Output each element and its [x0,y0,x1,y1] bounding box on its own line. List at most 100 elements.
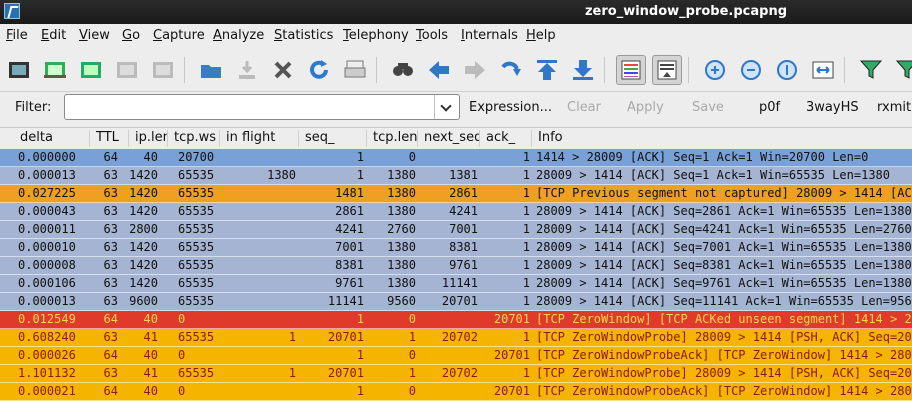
autoscroll-button[interactable] [652,55,682,85]
chevron-down-icon[interactable] [434,95,459,119]
go-first-button[interactable] [532,55,562,85]
go-forward-button[interactable] [460,55,490,85]
packet-row[interactable]: 0.000026 64 40 0 1 0 20701 [TCP ZeroWindowProbe… [0,347,912,365]
3wayhs-filter-button[interactable]: 3wayHS [806,100,859,115]
menu-statistics[interactable]: Statistics [274,28,333,43]
packet-cell-next: 11141 [441,276,478,290]
zoom-out-button[interactable] [736,55,766,85]
colorize-button[interactable] [616,55,646,85]
go-last-button[interactable] [568,55,598,85]
zoom-in-button[interactable] [700,55,730,85]
menu-internals[interactable]: Internals [461,28,518,43]
go-back-button[interactable] [424,55,454,85]
packet-cell-len: 0 [408,150,416,164]
packet-cell-info: 28009 > 1414 [ACK] Seq=7001 Ack=1 Win=65… [536,240,912,254]
menu-mnemonic: C [153,28,163,43]
start-capture-button[interactable] [76,55,106,85]
find-packet-button[interactable] [388,55,418,85]
packet-row[interactable]: 0.000013 63 1420 65535 1380 1 1380 1381 1 28009 >… [0,167,912,185]
open-file-icon [201,65,221,78]
menu-view[interactable]: View [79,28,110,43]
packet-cell-info: 28009 > 1414 [ACK] Seq=4241 Ack=1 Win=65… [536,222,912,236]
print-button[interactable] [340,55,370,85]
column-header-in-flight[interactable]: in flight [220,130,299,147]
packet-row[interactable]: 0.027225 63 1420 65535 1481 1380 2861 1 [TCP Pre… [0,185,912,203]
packet-cell-iplen: 40 [143,312,158,326]
stop-capture-button[interactable] [112,55,142,85]
save-file-button[interactable] [232,55,262,85]
packet-row[interactable]: 0.000011 63 2800 65535 4241 2760 7001 1 28009 > … [0,221,912,239]
column-header-delta[interactable]: delta [14,130,90,147]
column-header-ttl[interactable]: TTL [90,130,129,147]
column-header-ip-len[interactable]: ip.len [129,130,168,147]
zoom-in-icon [705,60,725,80]
resize-columns-button[interactable] [808,55,838,85]
column-header-next-seq[interactable]: next_seq [418,130,480,147]
menu-capture[interactable]: Capture [153,28,205,43]
menu-help[interactable]: Help [526,28,556,43]
reload-button[interactable] [304,55,334,85]
packet-row[interactable]: 0.000043 63 1420 65535 2861 1380 4241 1 28009 > … [0,203,912,221]
column-header-tcp-len[interactable]: tcp.len [367,130,418,147]
packet-cell-ack: 20701 [493,312,530,326]
packet-cell-ttl: 63 [103,204,118,218]
packet-cell-iplen: 40 [143,348,158,362]
packet-cell-ws: 65535 [178,330,215,344]
column-header-tcp-ws[interactable]: tcp.ws [168,130,220,147]
main-toolbar [0,49,912,92]
menu-analyze[interactable]: Analyze [213,28,264,43]
column-header-ack[interactable]: ack_ [480,130,532,147]
rxmit-filter-button[interactable]: rxmit [877,100,911,115]
packet-cell-seq: 11141 [327,294,364,308]
save-filter-button[interactable]: Save [692,100,724,115]
packet-row[interactable]: 0.608240 63 41 65535 1 20701 1 20702 1 [TCP ZeroW… [0,329,912,347]
packet-cell-ws: 20700 [178,150,215,164]
menu-telephony[interactable]: Telephony [343,28,409,43]
packet-row[interactable]: 1.101132 63 41 65535 1 20701 1 20702 1 [TCP ZeroW… [0,365,912,383]
normal-size-button[interactable] [772,55,802,85]
packet-row[interactable]: 0.000008 63 1420 65535 8381 1380 9761 1 28009 > … [0,257,912,275]
packet-cell-len: 1380 [387,186,416,200]
go-to-packet-button[interactable] [496,55,526,85]
menu-go[interactable]: Go [122,28,140,43]
open-file-button[interactable] [196,55,226,85]
packet-cell-ttl: 64 [103,312,118,326]
packet-row[interactable]: 0.000106 63 1420 65535 9761 1380 11141 1 28009 >… [0,275,912,293]
restart-capture-button[interactable] [148,55,178,85]
column-header-info[interactable]: Info [532,130,912,147]
menu-tools[interactable]: Tools [416,28,448,43]
packet-cell-delta: 0.000026 [18,348,76,362]
packet-row[interactable]: 0.012549 64 40 0 1 0 20701 [TCP ZeroWindow] [TC… [0,311,912,329]
display-filter-combo[interactable] [64,94,460,120]
packet-cell-next: 4241 [449,204,478,218]
menu-edit[interactable]: Edit [41,28,66,43]
menu-label-rest: nternals [464,28,518,43]
clear-button[interactable]: Clear [567,100,601,115]
menu-file[interactable]: File [6,28,28,43]
packet-row[interactable]: 0.000013 63 9600 65535 11141 9560 20701 1 28009 … [0,293,912,311]
stop-capture-icon [117,62,137,78]
close-file-icon [274,61,292,79]
close-file-button[interactable] [268,55,298,85]
menu-label-rest: dit [49,28,67,43]
menu-label-rest: elp [535,28,556,43]
packet-row[interactable]: 0.000000 64 40 20700 1 0 1 1414 > 28009 [ACK] S… [0,149,912,167]
p0f-filter-button[interactable]: p0f [759,100,780,115]
capture-options-button[interactable] [40,55,70,85]
packet-row[interactable]: 0.000010 63 1420 65535 7001 1380 8381 1 28009 > … [0,239,912,257]
packet-cell-ws: 0 [178,348,186,362]
display-filter-input[interactable] [67,97,437,119]
packet-cell-info: [TCP ZeroWindowProbe] 28009 > 1414 [PSH,… [536,330,912,344]
display-filters-button[interactable] [892,55,912,85]
menu-label-rest: ile [12,28,28,43]
packet-cell-iplen: 1420 [129,186,158,200]
apply-button[interactable]: Apply [627,100,664,115]
packet-cell-len: 1380 [387,204,416,218]
expression-button[interactable]: Expression... [469,100,552,115]
colorize-icon [621,60,641,80]
column-header-seq[interactable]: seq_ [299,130,367,147]
menu-mnemonic: A [213,28,222,43]
capture-filters-button[interactable] [856,55,886,85]
packet-row[interactable]: 0.000021 64 40 0 1 0 20701 [TCP ZeroWindowProbe… [0,383,912,401]
interface-list-button[interactable] [4,55,34,85]
